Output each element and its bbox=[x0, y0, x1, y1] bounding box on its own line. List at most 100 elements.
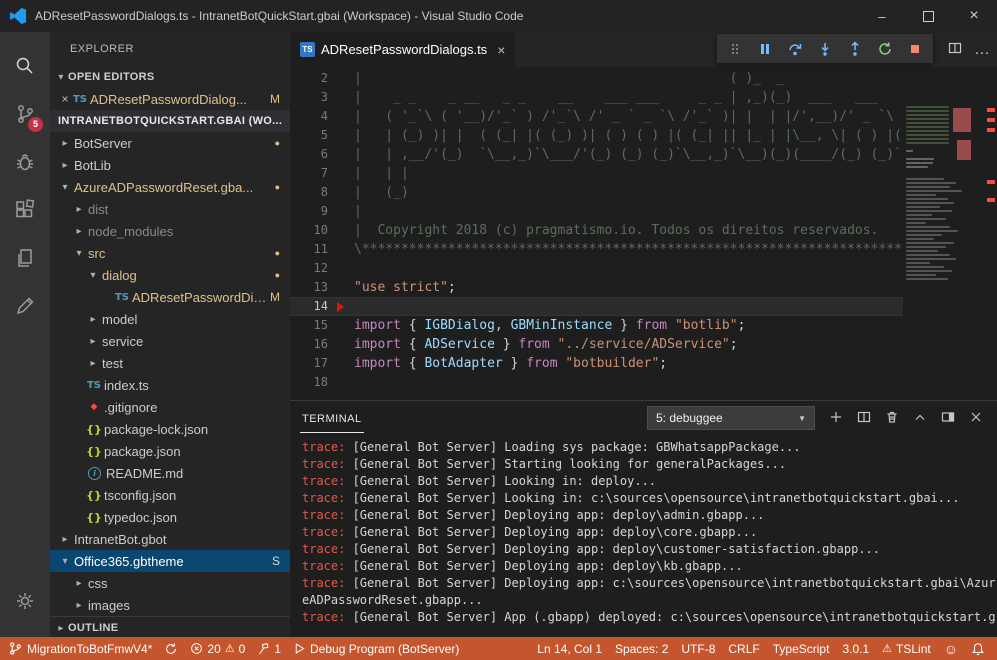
tree-item-images[interactable]: ▸images bbox=[50, 594, 290, 616]
notifications-bell-icon[interactable] bbox=[971, 642, 985, 656]
debug-toolbar bbox=[717, 34, 933, 63]
indentation[interactable]: Spaces: 2 bbox=[615, 642, 668, 656]
ts-file-icon: TS bbox=[72, 94, 88, 105]
restart-button[interactable] bbox=[871, 36, 899, 62]
source-control-icon[interactable]: 5 bbox=[0, 90, 50, 138]
tree-item-label: AzureADPasswordReset.gba... bbox=[72, 180, 253, 195]
close-editor-icon[interactable]: × bbox=[58, 92, 72, 106]
tree-item-office365-gbtheme[interactable]: ▾Office365.gbthemeS bbox=[50, 550, 290, 572]
tab-adresetpassworddialogs[interactable]: TS ADResetPasswordDialogs.ts × bbox=[290, 32, 515, 67]
line-number: 18 bbox=[290, 373, 334, 392]
docs-icon[interactable] bbox=[0, 234, 50, 282]
tree-item--gitignore[interactable]: ◆.gitignore bbox=[50, 396, 290, 418]
outline-header[interactable]: ▸ OUTLINE bbox=[50, 616, 290, 637]
tree-item-css[interactable]: ▸css bbox=[50, 572, 290, 594]
tree-item-label: BotServer bbox=[72, 136, 132, 151]
kill-terminal-icon[interactable] bbox=[885, 410, 899, 427]
code-text: | Copyright 2018 (c) pragmatismo.io. Tod… bbox=[346, 221, 903, 240]
ts-version[interactable]: 3.0.1 bbox=[842, 642, 869, 656]
encoding[interactable]: UTF-8 bbox=[681, 642, 715, 656]
code-line: 14 bbox=[290, 297, 903, 316]
git-badge: M bbox=[270, 290, 280, 304]
step-out-button[interactable] bbox=[841, 36, 869, 62]
close-button[interactable]: × bbox=[951, 0, 997, 32]
gear-icon[interactable] bbox=[0, 577, 50, 625]
json-file-icon: {} bbox=[86, 445, 102, 458]
tree-item-dialog[interactable]: ▾dialog● bbox=[50, 264, 290, 286]
step-into-button[interactable] bbox=[811, 36, 839, 62]
terminal-line: trace: [General Bot Server] Looking in: … bbox=[302, 490, 997, 507]
chevron-right-icon: ▸ bbox=[72, 600, 86, 611]
sync-item[interactable] bbox=[164, 642, 178, 656]
code-editor[interactable]: 2| ( )_ _ |3| _ _ _ __ _ _ __ ___ ___ _ … bbox=[290, 67, 997, 400]
drag-handle-icon[interactable] bbox=[721, 36, 749, 62]
tree-item-label: Office365.gbtheme bbox=[72, 554, 184, 569]
tree-item-src[interactable]: ▾src● bbox=[50, 242, 290, 264]
tree-item-typedoc-json[interactable]: {}typedoc.json bbox=[50, 506, 290, 528]
tree-item-node-modules[interactable]: ▸node_modules bbox=[50, 220, 290, 242]
maximize-panel-icon[interactable] bbox=[913, 410, 927, 427]
open-editors-header[interactable]: ▾ OPEN EDITORS bbox=[50, 66, 290, 88]
sidebar-title: EXPLORER bbox=[50, 32, 290, 66]
tree-item-label: BotLib bbox=[72, 158, 111, 173]
tree-item-adresetpassworddial-[interactable]: TSADResetPasswordDial...M bbox=[50, 286, 290, 308]
feedback-smiley-icon[interactable]: ☺ bbox=[944, 642, 958, 656]
git-branch-item[interactable]: MigrationToBotFmwV4* bbox=[8, 641, 152, 656]
eol-sequence[interactable]: CRLF bbox=[728, 642, 759, 656]
tree-item-readme-md[interactable]: iREADME.md bbox=[50, 462, 290, 484]
tasks-item[interactable]: 1 bbox=[257, 642, 281, 656]
problems-item[interactable]: 20 ⚠ 0 bbox=[190, 642, 245, 656]
new-terminal-icon[interactable] bbox=[829, 410, 843, 427]
edit-icon[interactable] bbox=[0, 282, 50, 330]
open-editor-item[interactable]: × TS ADResetPasswordDialog... M bbox=[50, 88, 290, 110]
split-editor-icon[interactable] bbox=[948, 41, 962, 58]
tree-item-azureadpasswordreset-gba-[interactable]: ▾AzureADPasswordReset.gba...● bbox=[50, 176, 290, 198]
open-editor-label: ADResetPasswordDialog... bbox=[88, 92, 247, 107]
more-actions-icon[interactable]: … bbox=[974, 45, 991, 55]
tslint-item[interactable]: ⚠ TSLint bbox=[882, 642, 931, 656]
tree-item-label: model bbox=[100, 312, 137, 327]
debug-status-item[interactable]: Debug Program (BotServer) bbox=[293, 642, 459, 656]
panel-layout-icon[interactable] bbox=[941, 410, 955, 427]
code-line: 15import { IGBDialog, GBMinInstance } fr… bbox=[290, 316, 903, 335]
language-mode[interactable]: TypeScript bbox=[773, 642, 830, 656]
close-tab-icon[interactable]: × bbox=[493, 42, 505, 58]
stop-button[interactable] bbox=[901, 36, 929, 62]
tree-item-tsconfig-json[interactable]: {}tsconfig.json bbox=[50, 484, 290, 506]
terminal-line: trace: [General Bot Server] Loading sys … bbox=[302, 439, 997, 456]
tree-item-service[interactable]: ▸service bbox=[50, 330, 290, 352]
tree-item-botserver[interactable]: ▸BotServer● bbox=[50, 132, 290, 154]
tree-item-package-json[interactable]: {}package.json bbox=[50, 440, 290, 462]
tree-item-package-lock-json[interactable]: {}package-lock.json bbox=[50, 418, 290, 440]
close-panel-icon[interactable] bbox=[969, 410, 983, 427]
cursor-position[interactable]: Ln 14, Col 1 bbox=[537, 642, 602, 656]
modified-dot-icon: ● bbox=[275, 248, 280, 258]
tree-item-intranetbot-gbot[interactable]: ▸IntranetBot.gbot bbox=[50, 528, 290, 550]
minimap[interactable] bbox=[903, 102, 975, 400]
tree-item-label: tsconfig.json bbox=[102, 488, 176, 503]
code-line: 2| ( )_ _ | bbox=[290, 69, 903, 88]
workspace-header[interactable]: INTRANETBOTQUICKSTART.GBAI (WO... bbox=[50, 110, 290, 132]
maximize-button[interactable] bbox=[905, 0, 951, 32]
debug-icon[interactable] bbox=[0, 138, 50, 186]
terminal-panel: TERMINAL 5: debuggee ▼ trace: [General B… bbox=[290, 400, 997, 637]
ts-file-icon: TS bbox=[114, 292, 130, 303]
terminal-tab[interactable]: TERMINAL bbox=[300, 404, 364, 433]
tree-item-test[interactable]: ▸test bbox=[50, 352, 290, 374]
tree-item-index-ts[interactable]: TSindex.ts bbox=[50, 374, 290, 396]
line-number: 16 bbox=[290, 335, 334, 354]
step-over-button[interactable] bbox=[781, 36, 809, 62]
split-terminal-icon[interactable] bbox=[857, 410, 871, 427]
terminal-selector[interactable]: 5: debuggee ▼ bbox=[647, 406, 815, 430]
tree-item-model[interactable]: ▸model bbox=[50, 308, 290, 330]
minimize-button[interactable]: – bbox=[859, 0, 905, 32]
code-text: | ( '_`\ ( '__)/'_` ) /'_`\ /' _ ` _ `\ … bbox=[346, 107, 903, 126]
line-number: 5 bbox=[290, 126, 334, 145]
tree-item-dist[interactable]: ▸dist bbox=[50, 198, 290, 220]
tree-item-botlib[interactable]: ▸BotLib bbox=[50, 154, 290, 176]
extensions-icon[interactable] bbox=[0, 186, 50, 234]
search-icon[interactable] bbox=[0, 42, 50, 90]
tree-item-label: IntranetBot.gbot bbox=[72, 532, 167, 547]
pause-button[interactable] bbox=[751, 36, 779, 62]
status-bar: MigrationToBotFmwV4* 20 ⚠ 0 1 Debug Prog… bbox=[0, 637, 997, 660]
